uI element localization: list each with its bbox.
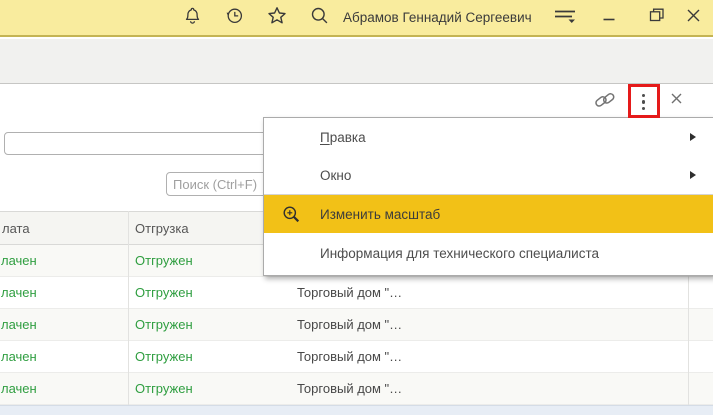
link-icon bbox=[592, 89, 618, 116]
submenu-arrow-icon bbox=[690, 132, 696, 141]
shipment-status: Отгружен bbox=[135, 381, 193, 396]
context-menu: Правка Окно Изменить масштаб Информация … bbox=[263, 117, 713, 276]
column-header-shipment[interactable]: Отгрузка bbox=[135, 212, 189, 244]
menu-item-label: равка bbox=[329, 129, 366, 145]
history-icon bbox=[224, 5, 245, 31]
payment-status: лачен bbox=[1, 349, 37, 364]
submenu-arrow-icon bbox=[690, 170, 696, 179]
history-button[interactable] bbox=[222, 0, 247, 35]
close-icon bbox=[670, 92, 683, 110]
table-row[interactable]: лачен Отгружен Торговый дом "… bbox=[0, 309, 713, 341]
close-button[interactable] bbox=[683, 0, 703, 35]
column-divider bbox=[128, 211, 129, 405]
minimize-icon bbox=[601, 7, 617, 28]
menu-item-label: Окно bbox=[320, 167, 352, 183]
restore-icon bbox=[648, 7, 666, 28]
notifications-button[interactable] bbox=[180, 0, 205, 35]
table-row[interactable]: лачен Отгружен Торговый дом "… bbox=[0, 373, 713, 405]
star-icon bbox=[266, 5, 288, 31]
shipment-status: Отгружен bbox=[135, 253, 193, 268]
payment-status: лачен bbox=[1, 253, 37, 268]
selected-row-strip[interactable] bbox=[0, 405, 713, 415]
service-menu-button[interactable] bbox=[550, 0, 580, 35]
shipment-status: Отгружен bbox=[135, 317, 193, 332]
app-window: Абрамов Геннадий Сергеевич Поиск (Ctrl+F… bbox=[0, 0, 713, 415]
customer-cell: Торговый дом "… bbox=[297, 317, 403, 332]
service-menu-icon bbox=[552, 5, 578, 30]
table-row[interactable]: лачен Отгружен Торговый дом "… bbox=[0, 341, 713, 373]
payment-status: лачен bbox=[1, 381, 37, 396]
payment-status: лачен bbox=[1, 285, 37, 300]
shipment-status: Отгружен bbox=[135, 285, 193, 300]
restore-button[interactable] bbox=[646, 0, 668, 35]
close-icon bbox=[686, 8, 701, 28]
shipment-status: Отгружен bbox=[135, 349, 193, 364]
customer-cell: Торговый дом "… bbox=[297, 285, 403, 300]
customer-cell: Торговый дом "… bbox=[297, 381, 403, 396]
customer-cell: Торговый дом "… bbox=[297, 349, 403, 364]
favorites-button[interactable] bbox=[264, 0, 290, 35]
menu-item-label: П bbox=[320, 129, 330, 145]
kebab-menu-icon bbox=[641, 92, 646, 112]
menu-item-change-zoom[interactable]: Изменить масштаб bbox=[264, 195, 713, 233]
app-titlebar: Абрамов Геннадий Сергеевич bbox=[0, 0, 713, 37]
subheader-band bbox=[0, 39, 713, 84]
global-search-button[interactable] bbox=[307, 0, 332, 35]
menu-item-edit[interactable]: Правка bbox=[264, 118, 713, 156]
get-link-button[interactable] bbox=[592, 91, 618, 113]
search-icon bbox=[309, 5, 330, 31]
minimize-button[interactable] bbox=[599, 0, 619, 35]
payment-status: лачен bbox=[1, 317, 37, 332]
zoom-in-icon bbox=[282, 205, 301, 224]
menu-item-label: Информация для технического специалиста bbox=[320, 246, 600, 261]
menu-item-window[interactable]: Окно bbox=[264, 156, 713, 194]
bell-icon bbox=[182, 5, 203, 31]
menu-item-label: Изменить масштаб bbox=[320, 206, 441, 222]
column-header-payment[interactable]: лата bbox=[2, 212, 30, 244]
form-close-button[interactable] bbox=[666, 92, 686, 110]
kebab-menu-button[interactable] bbox=[631, 88, 656, 116]
table-row[interactable]: лачен Отгружен Торговый дом "… bbox=[0, 277, 713, 309]
menu-item-tech-info[interactable]: Информация для технического специалиста bbox=[264, 233, 713, 274]
user-name: Абрамов Геннадий Сергеевич bbox=[343, 10, 532, 25]
